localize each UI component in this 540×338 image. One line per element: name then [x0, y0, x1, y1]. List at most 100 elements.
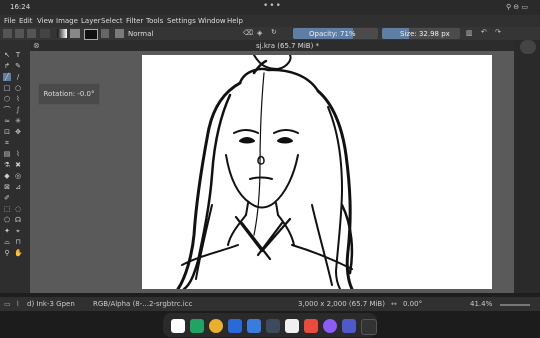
rotation-icon: ↔: [391, 300, 397, 308]
alpha-lock-icon[interactable]: ◈: [257, 29, 262, 37]
rect-select-icon[interactable]: ⬚: [3, 205, 11, 213]
save-document-icon[interactable]: [27, 29, 36, 38]
enclose-fill-icon[interactable]: ◎: [14, 172, 22, 180]
drive-icon[interactable]: [190, 319, 204, 333]
rotation-value[interactable]: 0.00°: [403, 300, 422, 308]
menu-layer[interactable]: Layer: [81, 17, 101, 25]
edit-shapes-icon[interactable]: ↱: [3, 62, 11, 70]
image-dimensions: 3,000 x 2,000 (65.7 MiB): [298, 300, 385, 308]
polyline-tool-icon[interactable]: ⌇: [14, 95, 22, 103]
system-status-bar: 16:24 ••• ⚲ ⊖ ▭: [0, 0, 540, 15]
app-launcher-icon[interactable]: [361, 319, 377, 335]
gradient-tool-icon[interactable]: ▤: [3, 150, 11, 158]
reload-preset-icon[interactable]: ↻: [271, 28, 277, 36]
brush-icon[interactable]: ⌇: [16, 300, 19, 308]
reference-tool-icon[interactable]: ✐: [3, 194, 11, 202]
brush-preset-icon[interactable]: [115, 29, 124, 38]
dynamic-brush-icon[interactable]: ≈: [3, 117, 11, 125]
zoom-level[interactable]: 41.4%: [470, 300, 492, 308]
contiguous-select-icon[interactable]: ✦: [3, 227, 11, 235]
menu-settings[interactable]: Settings: [167, 17, 196, 25]
opacity-slider[interactable]: Opacity: 71%: [293, 28, 378, 39]
color-picker-icon[interactable]: ⌇: [14, 150, 22, 158]
freehand-path-icon[interactable]: ∫: [14, 106, 22, 114]
calligraphy-icon[interactable]: ✎: [14, 62, 22, 70]
notion-icon[interactable]: [285, 319, 299, 333]
photos-icon[interactable]: [304, 319, 318, 333]
new-document-icon[interactable]: [3, 29, 12, 38]
menu-image[interactable]: Image: [56, 17, 78, 25]
transform-tool-icon[interactable]: ⊡: [3, 128, 11, 136]
menu-help[interactable]: Help: [227, 17, 243, 25]
layers-icon[interactable]: ▭: [4, 300, 11, 308]
brush-preset-name: d) Ink-3 Gpen: [27, 300, 75, 308]
brush-settings-icon[interactable]: [101, 29, 109, 38]
messenger-icon[interactable]: [323, 319, 337, 333]
document-title: sj.kra (65.7 MiB) *: [256, 42, 320, 50]
window-handle[interactable]: •••: [263, 1, 282, 11]
blend-mode-select[interactable]: Normal: [128, 30, 153, 38]
menu-filter[interactable]: Filter: [126, 17, 143, 25]
menu-window[interactable]: Window: [198, 17, 226, 25]
mirror-icon[interactable]: ▥: [466, 29, 473, 37]
close-tab-icon[interactable]: ⊗: [33, 41, 40, 50]
eraser-icon[interactable]: ⌫: [243, 29, 253, 37]
measure-tool-icon[interactable]: ⊿: [14, 183, 22, 191]
line-tool-icon[interactable]: /: [14, 73, 22, 81]
ellipse-select-icon[interactable]: ◌: [14, 205, 22, 213]
menu-bar: File Edit View Image Layer Select Filter…: [0, 15, 540, 27]
text-tool-icon[interactable]: T: [14, 51, 22, 59]
rotation-popup: Rotation: -0.0°: [38, 83, 100, 105]
colorize-mask-icon[interactable]: ⚗: [3, 161, 11, 169]
smart-patch-icon[interactable]: ✖: [14, 161, 22, 169]
files-icon[interactable]: [228, 319, 242, 333]
select-shapes-icon[interactable]: ↖: [3, 51, 11, 59]
size-slider[interactable]: Size: 32.98 px: [382, 28, 460, 39]
foreground-color-icon[interactable]: [84, 29, 98, 40]
canvas-status-bar: ▭ ⌇ d) Ink-3 Gpen RGB/Alpha (8-...2-srgb…: [0, 297, 540, 311]
drawing-canvas[interactable]: [142, 55, 492, 289]
brush-editor-icon[interactable]: [520, 40, 536, 54]
swap-colors-icon[interactable]: [40, 29, 50, 38]
zoom-tool-icon[interactable]: ⚲: [3, 249, 11, 257]
move-tool-icon[interactable]: ✥: [14, 128, 22, 136]
menu-edit[interactable]: Edit: [19, 17, 33, 25]
magnetic-select-icon[interactable]: ⊓: [14, 238, 22, 246]
pattern-icon[interactable]: [70, 29, 80, 38]
bezier-tool-icon[interactable]: ⌒: [3, 106, 11, 114]
zoom-slider[interactable]: [500, 304, 530, 306]
docs-icon[interactable]: [247, 319, 261, 333]
crop-tool-icon[interactable]: ⌗: [3, 139, 11, 147]
status-icons: ⚲ ⊖ ▭: [505, 3, 528, 11]
multibrush-icon[interactable]: ✳: [14, 117, 22, 125]
teams-icon[interactable]: [342, 319, 356, 333]
menu-tools[interactable]: Tools: [146, 17, 163, 25]
document-tab[interactable]: ⊗ sj.kra (65.7 MiB) *: [30, 40, 514, 51]
ellipse-tool-icon[interactable]: ○: [14, 84, 22, 92]
right-dock: [514, 40, 540, 293]
redo-icon[interactable]: ↷: [495, 28, 501, 36]
gradient-icon[interactable]: [57, 29, 67, 38]
rectangle-tool-icon[interactable]: □: [3, 84, 11, 92]
menu-view[interactable]: View: [37, 17, 54, 25]
bezier-select-icon[interactable]: ⌓: [3, 238, 11, 246]
chrome-icon[interactable]: [209, 319, 223, 333]
menu-select[interactable]: Select: [101, 17, 123, 25]
freehand-select-icon[interactable]: ☊: [14, 216, 22, 224]
open-document-icon[interactable]: [15, 29, 24, 38]
undo-icon[interactable]: ↶: [481, 28, 487, 36]
freehand-brush-icon[interactable]: ╱: [3, 73, 11, 81]
fill-tool-icon[interactable]: ◆: [3, 172, 11, 180]
polygon-tool-icon[interactable]: ⬡: [3, 95, 11, 103]
similar-select-icon[interactable]: ⌖: [14, 227, 22, 235]
google-icon[interactable]: [171, 319, 185, 333]
v3-icon[interactable]: [266, 319, 280, 333]
size-label: Size: 32.98 px: [400, 30, 450, 38]
color-profile: RGB/Alpha (8-...2-srgbtrc.icc: [93, 300, 193, 308]
pan-tool-icon[interactable]: ✋: [14, 249, 23, 257]
polygon-select-icon[interactable]: ⬠: [3, 216, 11, 224]
tool-options-bar: Normal ⌫ ◈ ↻ Opacity: 71% Size: 32.98 px…: [0, 27, 540, 40]
app-dock: [163, 313, 377, 337]
menu-file[interactable]: File: [4, 17, 16, 25]
assistant-tool-icon[interactable]: ⊠: [3, 183, 11, 191]
